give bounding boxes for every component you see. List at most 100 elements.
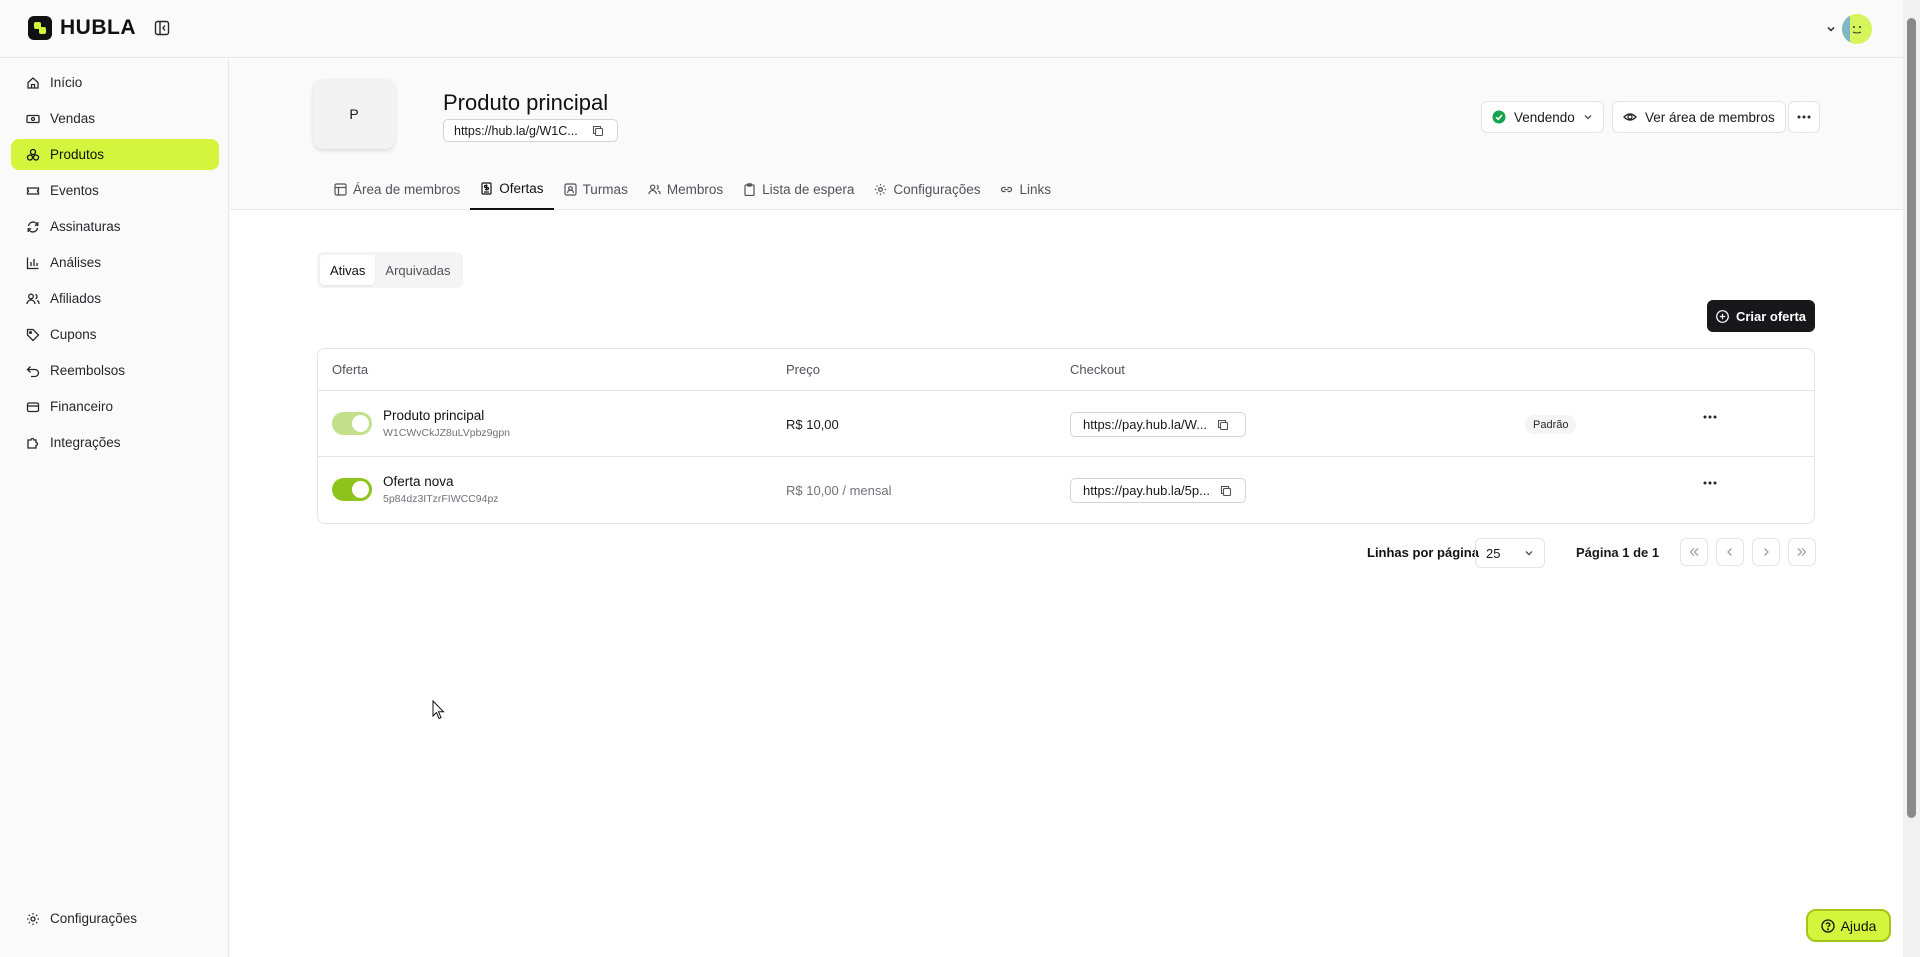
filter-ativas[interactable]: Ativas <box>320 255 376 285</box>
product-link[interactable]: https://hub.la/g/W1C... <box>443 119 618 142</box>
checkout-link[interactable]: https://pay.hub.la/W... <box>1070 412 1246 437</box>
sidebar-item-label: Análises <box>50 255 102 270</box>
sidebar-item-afiliados[interactable]: Afiliados <box>11 283 219 314</box>
copy-icon[interactable] <box>1220 485 1232 497</box>
layout-icon <box>334 183 347 196</box>
sidebar: Início Vendas Produtos Eventos Assinatur… <box>0 59 229 957</box>
toggle-knob <box>352 481 369 498</box>
create-offer-label: Criar oferta <box>1735 308 1807 324</box>
column-header-preco: Preço <box>786 362 820 377</box>
avatar[interactable] <box>1842 14 1872 44</box>
puzzle-icon <box>26 436 40 450</box>
plus-circle-icon <box>1716 309 1729 323</box>
sidebar-item-financeiro[interactable]: Financeiro <box>11 391 219 422</box>
sidebar-item-label: Início <box>50 75 83 90</box>
product-thumbnail: P <box>313 79 395 149</box>
sidebar-item-eventos[interactable]: Eventos <box>11 175 219 206</box>
top-bar: HUBLA <box>0 0 1903 58</box>
clipboard-icon <box>743 183 756 196</box>
product-link-text: https://hub.la/g/W1C... <box>454 123 578 138</box>
chevrons-left-icon <box>1688 547 1700 557</box>
copy-icon[interactable] <box>592 125 604 137</box>
mouse-cursor-icon <box>432 700 446 720</box>
main-content: P Produto principal https://hub.la/g/W1C… <box>230 59 1903 957</box>
rows-per-page-select[interactable]: 25 <box>1475 538 1545 568</box>
more-options-button[interactable] <box>1788 101 1820 133</box>
sidebar-item-label: Afiliados <box>50 291 102 306</box>
tab-ofertas[interactable]: Ofertas <box>470 169 554 210</box>
table-row: Oferta nova 5p84dz3ITzrFIWCC94pz R$ 10,0… <box>318 457 1814 523</box>
help-button[interactable]: Ajuda <box>1806 909 1891 942</box>
help-circle-icon <box>1820 918 1835 933</box>
offer-enabled-toggle[interactable] <box>332 478 372 501</box>
tab-lista-de-espera[interactable]: Lista de espera <box>733 169 864 210</box>
check-circle-icon <box>1492 110 1506 124</box>
sidebar-item-label: Reembolsos <box>50 363 126 378</box>
sidebar-item-integracoes[interactable]: Integrações <box>11 427 219 458</box>
first-page-button[interactable] <box>1680 538 1708 566</box>
next-page-button[interactable] <box>1752 538 1780 566</box>
page-scrollbar[interactable] <box>1903 0 1920 957</box>
more-horizontal-icon[interactable] <box>1703 481 1717 485</box>
tab-turmas[interactable]: Turmas <box>554 169 638 210</box>
product-header: P Produto principal https://hub.la/g/W1C… <box>230 59 1903 210</box>
page-info: Página 1 de 1 <box>1576 545 1660 560</box>
offer-price: R$ 10,00 <box>786 417 839 432</box>
product-tabs: Área de membros Ofertas Turmas Membros L… <box>324 169 1061 210</box>
user-menu[interactable] <box>1826 14 1872 44</box>
copy-icon[interactable] <box>1217 419 1229 431</box>
cash-icon <box>26 112 40 126</box>
more-horizontal-icon[interactable] <box>1703 415 1717 419</box>
sidebar-item-inicio[interactable]: Início <box>11 67 219 98</box>
undo-icon <box>26 364 40 378</box>
product-initial: P <box>349 106 359 122</box>
sidebar-collapse-icon[interactable] <box>154 20 170 36</box>
previous-page-button[interactable] <box>1716 538 1744 566</box>
status-label: Vendendo <box>1514 109 1575 125</box>
tab-membros[interactable]: Membros <box>638 169 733 210</box>
checkout-link[interactable]: https://pay.hub.la/5p... <box>1070 478 1246 503</box>
tab-area-de-membros[interactable]: Área de membros <box>324 169 470 210</box>
sidebar-item-vendas[interactable]: Vendas <box>11 103 219 134</box>
rows-per-page-label: Linhas por página <box>1367 545 1479 560</box>
view-members-button[interactable]: Ver área de membros <box>1612 101 1786 133</box>
sidebar-item-label: Eventos <box>50 183 99 198</box>
status-dropdown[interactable]: Vendendo <box>1481 101 1604 133</box>
chevron-down-icon <box>1583 112 1593 122</box>
filter-arquivadas[interactable]: Arquivadas <box>375 255 460 285</box>
column-header-checkout: Checkout <box>1070 362 1125 377</box>
brand-name: HUBLA <box>60 16 136 39</box>
chevron-left-icon <box>1725 547 1735 557</box>
help-label: Ajuda <box>1840 917 1877 934</box>
users-icon <box>648 183 661 196</box>
sidebar-item-configuracoes[interactable]: Configurações <box>11 903 219 934</box>
wallet-icon <box>26 400 40 414</box>
offer-id: W1CWvCkJZ8uLVpbz9gpn <box>383 427 511 439</box>
view-members-label: Ver área de membros <box>1645 109 1775 125</box>
rows-per-page-value: 25 <box>1486 545 1501 561</box>
page-title: Produto principal <box>443 90 609 115</box>
sidebar-item-analises[interactable]: Análises <box>11 247 219 278</box>
chevron-down-icon <box>1524 548 1534 558</box>
scrollbar-thumb[interactable] <box>1907 18 1916 818</box>
column-header-oferta: Oferta <box>332 362 369 377</box>
sidebar-item-assinaturas[interactable]: Assinaturas <box>11 211 219 242</box>
sidebar-item-produtos[interactable]: Produtos <box>11 139 219 170</box>
offer-status-filter: Ativas Arquivadas <box>317 252 464 288</box>
sidebar-item-label: Configurações <box>50 911 138 926</box>
tab-links[interactable]: Links <box>990 169 1061 210</box>
logo[interactable]: HUBLA <box>28 16 136 40</box>
table-row: Produto principal W1CWvCkJZ8uLVpbz9gpn R… <box>318 391 1814 457</box>
sidebar-item-label: Produtos <box>50 147 105 162</box>
sidebar-item-reembolsos[interactable]: Reembolsos <box>11 355 219 386</box>
link-icon <box>1000 183 1013 196</box>
offers-table: Oferta Preço Checkout Produto principal … <box>317 348 1815 524</box>
tab-configuracoes[interactable]: Configurações <box>864 169 990 210</box>
sidebar-item-cupons[interactable]: Cupons <box>11 319 219 350</box>
offer-enabled-toggle[interactable] <box>332 412 372 435</box>
eye-icon <box>1623 110 1637 124</box>
logo-mark-icon <box>28 16 52 40</box>
create-offer-button[interactable]: Criar oferta <box>1707 300 1815 332</box>
last-page-button[interactable] <box>1788 538 1816 566</box>
tab-label: Área de membros <box>353 182 461 197</box>
